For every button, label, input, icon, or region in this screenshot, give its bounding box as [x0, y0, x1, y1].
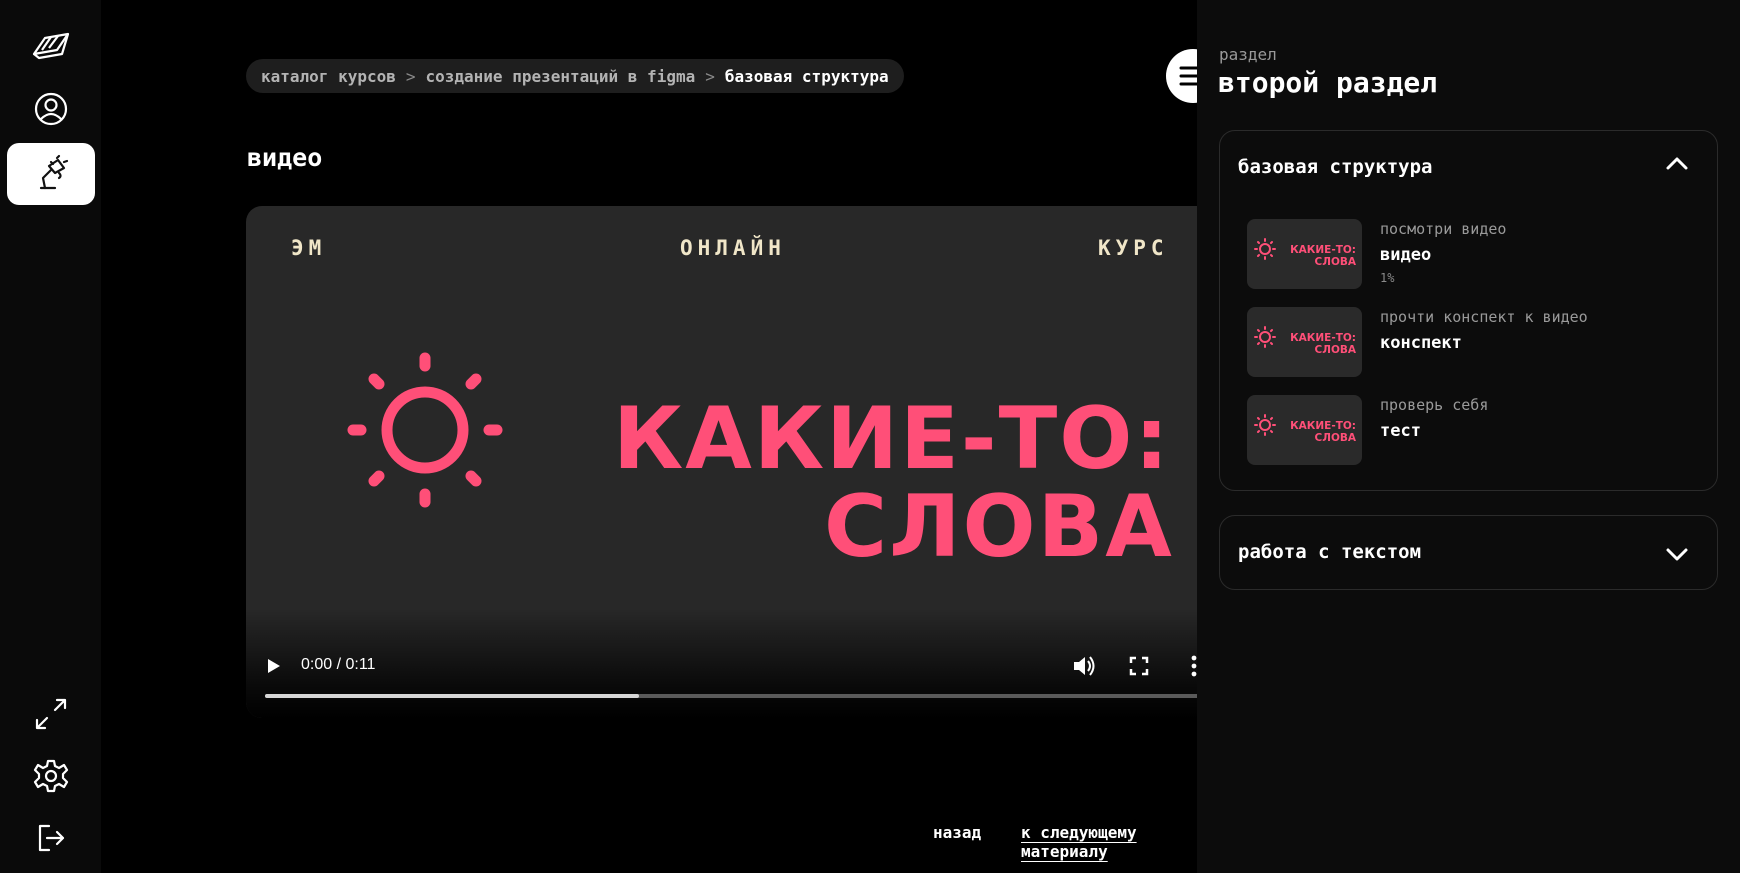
courses-button[interactable] — [7, 143, 95, 205]
fullscreen-icon[interactable] — [1128, 655, 1150, 677]
lesson-thumbnail: КАКИЕ-ТО: СЛОВА — [1247, 307, 1362, 377]
lesson-thumbnail: КАКИЕ-ТО: СЛОВА — [1247, 219, 1362, 289]
sun-icon — [347, 352, 503, 508]
poster-label-center: ОНЛАЙН — [680, 236, 786, 260]
settings-button[interactable] — [7, 745, 95, 807]
settings-gear-icon — [33, 759, 69, 793]
chevron-up-icon[interactable] — [1663, 150, 1691, 178]
breadcrumb-separator: > — [705, 66, 715, 86]
next-material-link[interactable]: к следующему материалу — [1021, 823, 1197, 861]
expand-button[interactable] — [7, 683, 95, 745]
video-player[interactable]: ЭМ ОНЛАЙН КУРС КАКИЕ-ТО: СЛОВА 0:00 / 0:… — [246, 206, 1220, 718]
profile-button[interactable] — [7, 78, 95, 140]
volume-icon[interactable] — [1071, 653, 1097, 679]
logo-button[interactable] — [7, 17, 95, 79]
logo-icon — [32, 32, 70, 60]
section-header[interactable]: базовая структура — [1238, 156, 1432, 178]
video-controls: 0:00 / 0:11 — [246, 608, 1220, 718]
thumb-text-line1: КАКИЕ-ТО: — [1290, 244, 1356, 256]
lesson-kind: проверь себя — [1380, 396, 1489, 414]
courses-lamp-icon — [39, 154, 69, 190]
video-progress-bar[interactable] — [265, 694, 1201, 698]
breadcrumb-separator: > — [405, 66, 416, 86]
section-accordion-open: базовая структура КАКИЕ-ТО: СЛОВА посмот… — [1219, 130, 1718, 491]
panel-subtitle: раздел — [1219, 45, 1277, 64]
lesson-kind: прочти конспект к видео — [1380, 308, 1588, 326]
poster-label-left: ЭМ — [291, 236, 327, 260]
expand-icon — [35, 698, 67, 730]
panel-title: второй раздел — [1218, 66, 1438, 99]
breadcrumb-current: базовая структура — [724, 66, 889, 86]
breadcrumb-catalog[interactable]: каталог курсов — [261, 67, 396, 86]
breadcrumb: каталог курсов > создание презентаций в … — [246, 59, 904, 93]
poster-headline-line2: СЛОВА — [824, 477, 1174, 577]
thumb-text-line2: СЛОВА — [1314, 256, 1356, 268]
section-header[interactable]: работа с текстом — [1238, 541, 1421, 563]
sun-icon — [1254, 326, 1276, 348]
thumb-text-line2: СЛОВА — [1314, 432, 1356, 444]
lesson-name: тест — [1380, 421, 1421, 441]
play-icon[interactable] — [262, 655, 284, 677]
logout-icon — [38, 824, 65, 852]
sun-icon — [1254, 414, 1276, 436]
poster-label-right: КУРС — [1098, 236, 1169, 260]
lesson-thumbnail: КАКИЕ-ТО: СЛОВА — [1247, 395, 1362, 465]
video-buffered-fill — [265, 694, 640, 698]
course-outline-panel: раздел второй раздел базовая структура К… — [1197, 0, 1740, 873]
logout-button[interactable] — [7, 807, 95, 869]
lesson-name: видео — [1380, 245, 1432, 265]
lesson-main: каталог курсов > создание презентаций в … — [101, 0, 1220, 873]
lesson-item-notes[interactable]: КАКИЕ-ТО: СЛОВА прочти конспект к видео … — [1247, 307, 1707, 377]
chevron-down-icon[interactable] — [1663, 540, 1691, 568]
sidebar-rail — [0, 0, 101, 873]
thumb-text-line1: КАКИЕ-ТО: — [1290, 420, 1356, 432]
breadcrumb-course[interactable]: создание презентаций в figma — [426, 67, 696, 86]
lesson-item-test[interactable]: КАКИЕ-ТО: СЛОВА проверь себя тест — [1247, 395, 1707, 465]
page-title: видео — [247, 143, 323, 172]
lesson-item-video[interactable]: КАКИЕ-ТО: СЛОВА посмотри видео видео 1% — [1247, 219, 1707, 289]
section-accordion-closed[interactable]: работа с текстом — [1219, 515, 1718, 590]
video-time: 0:00 / 0:11 — [301, 656, 376, 673]
lesson-progress: 1% — [1380, 271, 1395, 285]
thumb-text-line2: СЛОВА — [1314, 344, 1356, 356]
sun-icon — [1254, 238, 1276, 260]
back-link[interactable]: назад — [933, 823, 981, 842]
lesson-name: конспект — [1380, 333, 1462, 353]
profile-icon — [34, 92, 68, 126]
lesson-kind: посмотри видео — [1380, 220, 1507, 238]
thumb-text-line1: КАКИЕ-ТО: — [1290, 332, 1356, 344]
poster-headline-line1: КАКИЕ-ТО: — [613, 389, 1171, 489]
